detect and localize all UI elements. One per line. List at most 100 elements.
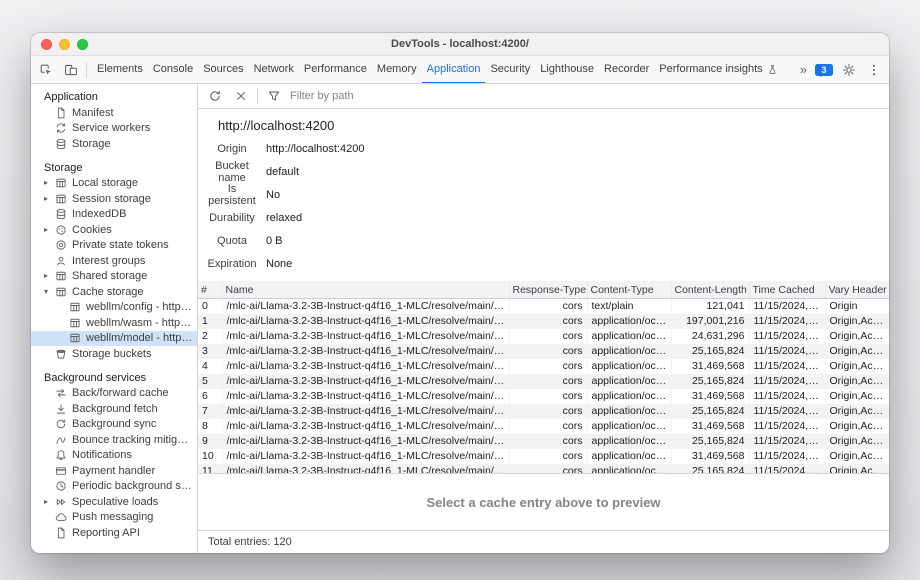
table-row[interactable]: 3/mlc-ai/Llama-3.2-3B-Instruct-q4f16_1-M… xyxy=(198,344,889,359)
tab-console[interactable]: Console xyxy=(148,56,198,83)
table-row[interactable]: 4/mlc-ai/Llama-3.2-3B-Instruct-q4f16_1-M… xyxy=(198,359,889,374)
sidebar-item-indexeddb[interactable]: IndexedDB xyxy=(31,207,197,223)
cell-time-cached: 11/15/2024, 10… xyxy=(749,449,825,464)
sidebar-item-background-sync[interactable]: Background sync xyxy=(31,417,197,433)
sidebar-item-storage-buckets[interactable]: Storage buckets xyxy=(31,346,197,362)
tab-performance-insights[interactable]: Performance insights xyxy=(654,56,782,83)
disclosure-arrow-icon[interactable]: ▸ xyxy=(44,272,55,280)
tab-sources[interactable]: Sources xyxy=(198,56,248,83)
sidebar-section-application: ApplicationManifestService workersStorag… xyxy=(31,89,197,152)
settings-gear-button[interactable] xyxy=(837,59,861,80)
cell-response-type: cors xyxy=(509,374,587,389)
sidebar-item-service-workers[interactable]: Service workers xyxy=(31,121,197,137)
cell-vary-header: Origin,Access… xyxy=(825,449,889,464)
sidebar-item-shared-storage[interactable]: ▸Shared storage xyxy=(31,269,197,285)
disclosure-arrow-icon[interactable]: ▸ xyxy=(44,195,55,203)
table-icon xyxy=(69,301,81,313)
table-icon xyxy=(69,332,81,344)
cell-: 8 xyxy=(198,419,222,434)
sidebar-item-local-storage[interactable]: ▸Local storage xyxy=(31,176,197,192)
disclosure-arrow-icon[interactable]: ▸ xyxy=(44,179,55,187)
sidebar-item-cookies[interactable]: ▸Cookies xyxy=(31,222,197,238)
sidebar-item-webllm-config-http-loc[interactable]: webllm/config - http://loc… xyxy=(31,300,197,316)
cell-content-length: 25,165,824 xyxy=(671,434,749,449)
cell-vary-header: Origin,Access… xyxy=(825,434,889,449)
sidebar-item-notifications[interactable]: Notifications xyxy=(31,448,197,464)
sidebar-item-session-storage[interactable]: ▸Session storage xyxy=(31,191,197,207)
column-header-vary-header[interactable]: Vary Header xyxy=(825,281,889,299)
table-header-row: #NameResponse-TypeContent-TypeContent-Le… xyxy=(198,281,889,299)
column-header-time-cached[interactable]: Time Cached xyxy=(749,281,825,299)
sidebar-item-speculative-loads[interactable]: ▸Speculative loads xyxy=(31,494,197,510)
disclosure-arrow-icon[interactable]: ▾ xyxy=(44,288,55,296)
toolbar-separator xyxy=(257,88,258,104)
sidebar-item-payment-handler[interactable]: Payment handler xyxy=(31,463,197,479)
tab-performance[interactable]: Performance xyxy=(299,56,372,83)
cell-time-cached: 11/15/2024, 10… xyxy=(749,404,825,419)
close-window-button[interactable] xyxy=(41,39,52,50)
table-row[interactable]: 6/mlc-ai/Llama-3.2-3B-Instruct-q4f16_1-M… xyxy=(198,389,889,404)
tab-recorder[interactable]: Recorder xyxy=(599,56,654,83)
sidebar-item-interest-groups[interactable]: Interest groups xyxy=(31,253,197,269)
cloud-icon xyxy=(55,511,67,523)
inspect-element-button[interactable] xyxy=(34,59,58,80)
minimize-window-button[interactable] xyxy=(59,39,70,50)
sidebar-item-push-messaging[interactable]: Push messaging xyxy=(31,510,197,526)
table-row[interactable]: 7/mlc-ai/Llama-3.2-3B-Instruct-q4f16_1-M… xyxy=(198,404,889,419)
more-tabs-icon[interactable]: » xyxy=(796,62,811,77)
bucket-icon xyxy=(55,348,67,360)
table-row[interactable]: 11/mlc-ai/Llama-3.2-3B-Instruct-q4f16_1-… xyxy=(198,464,889,473)
column-header-name[interactable]: Name xyxy=(222,281,509,299)
tab-security[interactable]: Security xyxy=(485,56,535,83)
sidebar-item-webllm-model-http-loc[interactable]: webllm/model - http://loc… xyxy=(31,331,197,347)
column-header-content-type[interactable]: Content-Type xyxy=(587,281,671,299)
sidebar-item-periodic-background-sync[interactable]: Periodic background sync xyxy=(31,479,197,495)
cell-content-length: 25,165,824 xyxy=(671,464,749,473)
tab-lighthouse[interactable]: Lighthouse xyxy=(535,56,599,83)
cell-time-cached: 11/15/2024, 10… xyxy=(749,464,825,473)
cell-: 10 xyxy=(198,449,222,464)
tab-elements[interactable]: Elements xyxy=(92,56,148,83)
payment-icon xyxy=(55,465,67,477)
sidebar-item-bounce-tracking-mitigations[interactable]: Bounce tracking mitigations xyxy=(31,432,197,448)
table-row[interactable]: 0/mlc-ai/Llama-3.2-3B-Instruct-q4f16_1-M… xyxy=(198,299,889,315)
sidebar-item-private-state-tokens[interactable]: Private state tokens xyxy=(31,238,197,254)
table-row[interactable]: 5/mlc-ai/Llama-3.2-3B-Instruct-q4f16_1-M… xyxy=(198,374,889,389)
cache-meta-row: Quota0 B xyxy=(198,229,889,252)
tab-network[interactable]: Network xyxy=(249,56,299,83)
refresh-button[interactable] xyxy=(203,86,227,107)
sidebar-item-webllm-wasm-http-loca[interactable]: webllm/wasm - http://loca… xyxy=(31,315,197,331)
device-toolbar-button[interactable] xyxy=(59,59,83,80)
tab-memory[interactable]: Memory xyxy=(372,56,422,83)
sidebar-item-manifest[interactable]: Manifest xyxy=(31,105,197,121)
kebab-menu-button[interactable] xyxy=(862,59,886,80)
column-header-[interactable]: # xyxy=(198,281,222,299)
delete-selected-button[interactable] xyxy=(229,86,253,107)
cell-name: /mlc-ai/Llama-3.2-3B-Instruct-q4f16_1-ML… xyxy=(222,434,509,449)
table-row[interactable]: 2/mlc-ai/Llama-3.2-3B-Instruct-q4f16_1-M… xyxy=(198,329,889,344)
table-row[interactable]: 10/mlc-ai/Llama-3.2-3B-Instruct-q4f16_1-… xyxy=(198,449,889,464)
table-row[interactable]: 9/mlc-ai/Llama-3.2-3B-Instruct-q4f16_1-M… xyxy=(198,434,889,449)
sidebar-item-background-fetch[interactable]: Background fetch xyxy=(31,401,197,417)
window-title: DevTools - localhost:4200/ xyxy=(31,38,889,50)
zoom-window-button[interactable] xyxy=(77,39,88,50)
column-header-content-length[interactable]: Content-Length xyxy=(671,281,749,299)
sidebar-item-cache-storage[interactable]: ▾Cache storage xyxy=(31,284,197,300)
filter-by-path-input[interactable] xyxy=(288,89,492,103)
cache-panel-toolbar xyxy=(198,84,889,109)
bounce-icon xyxy=(55,434,67,446)
sidebar-item-reporting-api[interactable]: Reporting API xyxy=(31,525,197,541)
sidebar-item-back-forward-cache[interactable]: Back/forward cache xyxy=(31,386,197,402)
console-messages-badge[interactable]: 3 xyxy=(815,64,833,76)
disclosure-arrow-icon[interactable]: ▸ xyxy=(44,498,55,506)
table-row[interactable]: 8/mlc-ai/Llama-3.2-3B-Instruct-q4f16_1-M… xyxy=(198,419,889,434)
devtools-content: ApplicationManifestService workersStorag… xyxy=(31,84,889,553)
column-header-response-type[interactable]: Response-Type xyxy=(509,281,587,299)
table-row[interactable]: 1/mlc-ai/Llama-3.2-3B-Instruct-q4f16_1-M… xyxy=(198,314,889,329)
sidebar-item-label: Background sync xyxy=(72,418,160,430)
cell-content-length: 31,469,568 xyxy=(671,419,749,434)
table-icon xyxy=(55,193,67,205)
disclosure-arrow-icon[interactable]: ▸ xyxy=(44,226,55,234)
tab-application[interactable]: Application xyxy=(422,56,486,83)
sidebar-item-storage[interactable]: Storage xyxy=(31,136,197,152)
